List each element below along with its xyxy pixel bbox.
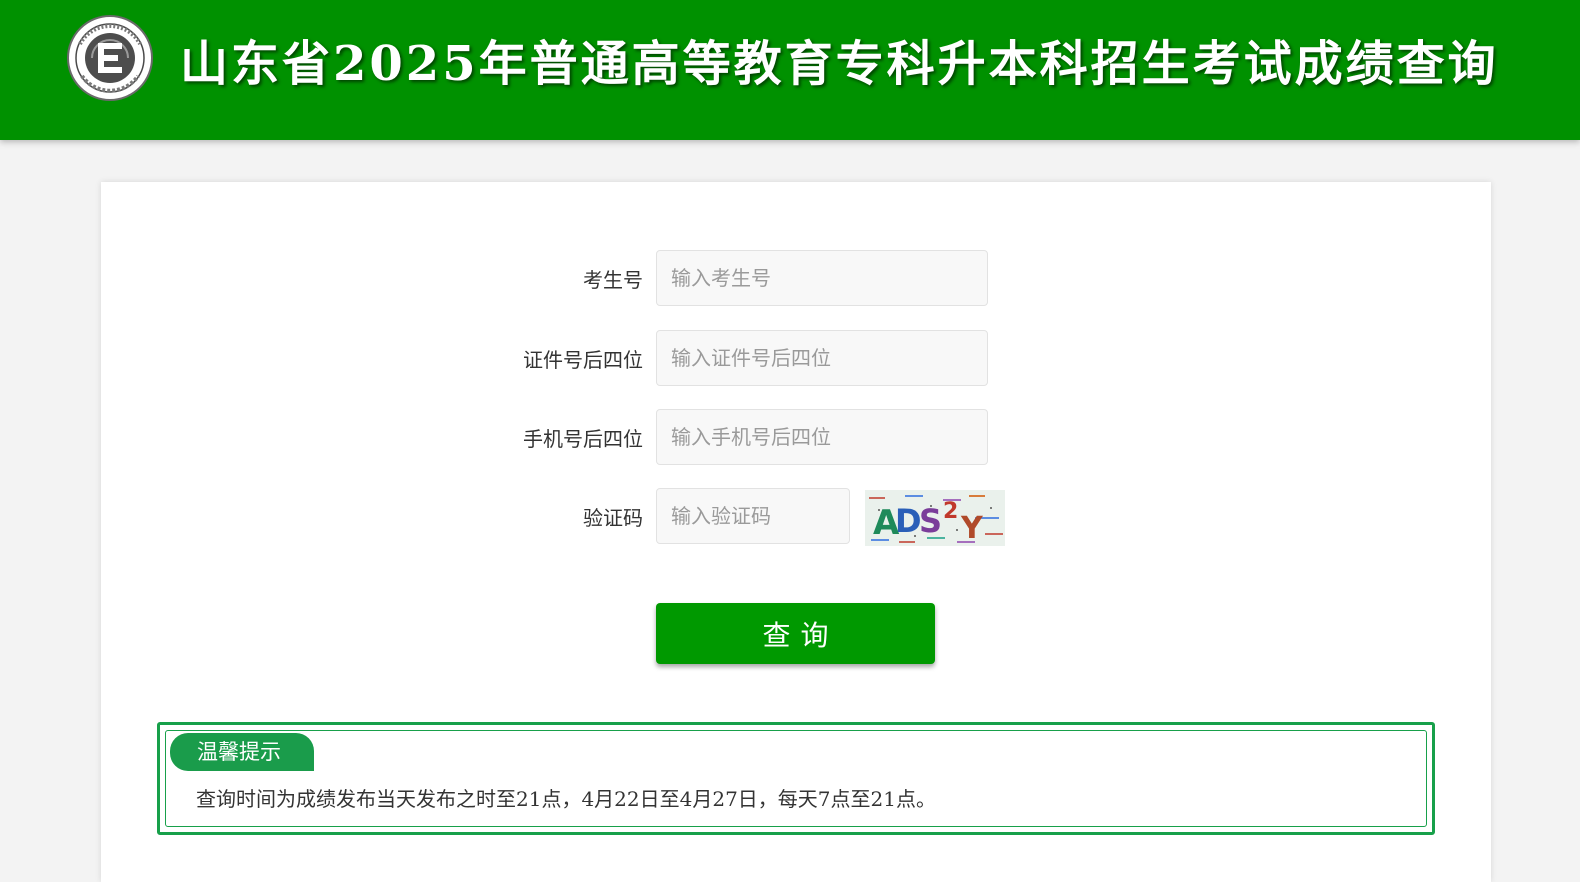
exam-id-label: 考生号 xyxy=(583,268,643,292)
captcha-label: 验证码 xyxy=(583,506,643,530)
logo-icon xyxy=(67,15,153,101)
page-title: 山东省2025年普通高等教育专科升本科招生考试成绩查询 xyxy=(180,36,1499,92)
tips-text: 查询时间为成绩发布当天发布之时至21点，4月22日至4月27日，每天7点至21点… xyxy=(196,787,936,811)
tips-box: 温馨提示 查询时间为成绩发布当天发布之时至21点，4月22日至4月27日，每天7… xyxy=(157,722,1435,835)
query-button[interactable]: 查询 xyxy=(656,603,935,664)
tips-title: 温馨提示 xyxy=(170,733,314,771)
phone-row: 手机号后四位 xyxy=(101,409,1491,467)
svg-text:S: S xyxy=(919,502,942,540)
phone-label: 手机号后四位 xyxy=(523,427,643,451)
captcha-row: 验证码 A D S 2 Y xyxy=(101,488,1491,546)
query-card: 考生号 证件号后四位 手机号后四位 验证码 xyxy=(101,182,1491,882)
tips-inner-border: 温馨提示 查询时间为成绩发布当天发布之时至21点，4月22日至4月27日，每天7… xyxy=(165,730,1427,827)
phone-last4-input[interactable] xyxy=(656,409,988,465)
exam-id-row: 考生号 xyxy=(101,250,1491,308)
svg-text:2: 2 xyxy=(943,499,958,524)
svg-text:Y: Y xyxy=(960,511,984,546)
exam-id-input[interactable] xyxy=(656,250,988,306)
id-card-last4-input[interactable] xyxy=(656,330,988,386)
id-card-row: 证件号后四位 xyxy=(101,330,1491,388)
id-card-label: 证件号后四位 xyxy=(523,348,643,372)
page-header: 山东省2025年普通高等教育专科升本科招生考试成绩查询 xyxy=(0,0,1580,140)
svg-text:D: D xyxy=(895,502,922,540)
captcha-input[interactable] xyxy=(656,488,850,544)
captcha-image[interactable]: A D S 2 Y xyxy=(865,490,1005,546)
